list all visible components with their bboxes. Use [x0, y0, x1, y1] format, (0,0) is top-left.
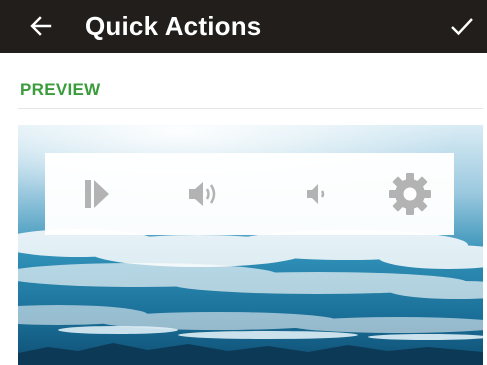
- gear-icon: [389, 173, 431, 215]
- preview-section-label: PREVIEW: [20, 80, 101, 99]
- page-title: Quick Actions: [85, 11, 262, 41]
- volume-down-button[interactable]: [291, 173, 341, 215]
- back-button[interactable]: [26, 10, 56, 42]
- section-divider: [18, 108, 483, 109]
- volume-up-button[interactable]: [179, 173, 229, 215]
- volume-down-icon: [307, 184, 325, 204]
- skip-forward-icon: [85, 180, 109, 208]
- arrow-left-icon: [30, 16, 52, 36]
- check-icon: [451, 18, 473, 36]
- quick-actions-screen: Quick Actions PREVIEW: [0, 0, 487, 365]
- volume-up-icon: [189, 182, 216, 206]
- settings-button[interactable]: [385, 173, 435, 215]
- skip-forward-button[interactable]: [72, 173, 122, 215]
- quick-actions-bar: [45, 153, 454, 235]
- app-bar: Quick Actions: [0, 0, 487, 53]
- confirm-button[interactable]: [448, 10, 476, 42]
